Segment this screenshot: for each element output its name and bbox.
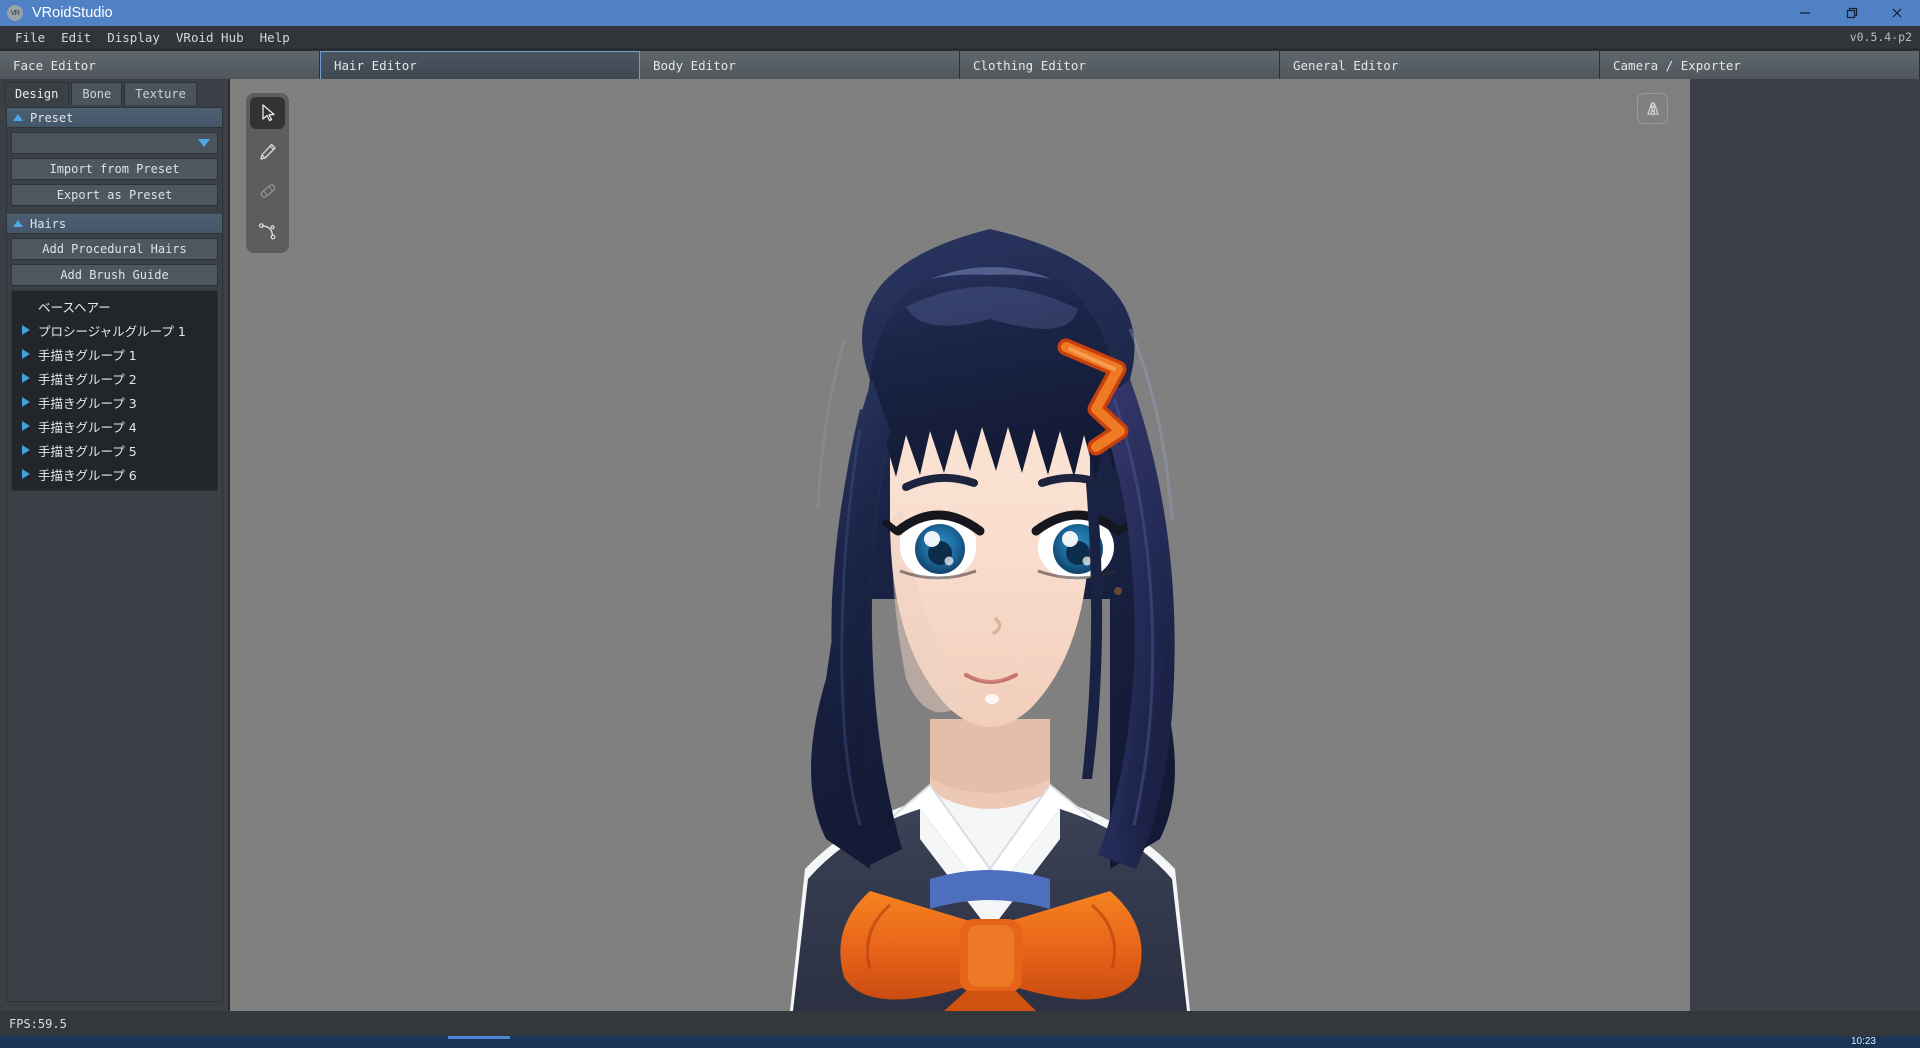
export-as-preset-button[interactable]: Export as Preset xyxy=(11,184,218,206)
list-item[interactable]: ベースヘアー xyxy=(12,294,217,318)
os-taskbar xyxy=(0,1036,1920,1048)
add-procedural-hairs-button[interactable]: Add Procedural Hairs xyxy=(11,238,218,260)
curve-path-tool[interactable] xyxy=(250,214,285,246)
import-from-preset-button[interactable]: Import from Preset xyxy=(11,158,218,180)
menu-bar: File Edit Display VRoid Hub Help xyxy=(0,26,1920,48)
taskbar-clock: 10:23 xyxy=(1850,1036,1876,1047)
list-item[interactable]: 手描きグループ 6 xyxy=(12,462,217,486)
app-logo-icon: VR xyxy=(7,5,23,21)
menu-item-help[interactable]: Help xyxy=(252,28,298,47)
window-controls xyxy=(1782,0,1920,26)
list-item-label: 手描きグループ 5 xyxy=(38,443,137,459)
mirror-symmetry-button[interactable] xyxy=(1637,93,1668,124)
left-panel: Design Bone Texture Preset Import from P… xyxy=(0,79,228,1011)
list-item-label: 手描きグループ 1 xyxy=(38,347,137,363)
right-panel xyxy=(1690,79,1920,1011)
list-item[interactable]: プロシージャルグループ 1 xyxy=(12,318,217,342)
expand-arrow-icon[interactable] xyxy=(22,325,30,335)
expand-arrow-icon[interactable] xyxy=(22,373,30,383)
character-model-render xyxy=(230,79,1690,1011)
tab-face-editor[interactable]: Face Editor xyxy=(0,51,320,79)
tab-label: Camera / Exporter xyxy=(1613,57,1741,73)
add-brush-guide-button[interactable]: Add Brush Guide xyxy=(11,264,218,286)
button-label: Add Brush Guide xyxy=(60,268,169,282)
tab-hair-editor[interactable]: Hair Editor xyxy=(320,51,640,79)
expand-arrow-icon xyxy=(22,301,30,311)
hairs-section-header[interactable]: Hairs xyxy=(7,214,222,234)
pencil-tool[interactable] xyxy=(250,136,285,168)
preset-section-title: Preset xyxy=(30,110,74,125)
expand-arrow-icon[interactable] xyxy=(22,397,30,407)
maximize-button[interactable] xyxy=(1828,0,1874,26)
chevron-down-icon xyxy=(198,139,210,147)
model-viewport[interactable] xyxy=(230,79,1690,1011)
subtab-bone[interactable]: Bone xyxy=(71,82,123,105)
select-cursor-tool[interactable] xyxy=(250,97,285,129)
application-window: VR VRoidStudio File Edit Display VRoid H… xyxy=(0,0,1920,1048)
bandage-tool[interactable] xyxy=(250,175,285,207)
status-bar: FPS:59.5 xyxy=(0,1011,1920,1036)
button-label: Add Procedural Hairs xyxy=(42,242,187,256)
list-item[interactable]: 手描きグループ 4 xyxy=(12,414,217,438)
expand-arrow-icon[interactable] xyxy=(22,469,30,479)
list-item[interactable]: 手描きグループ 5 xyxy=(12,438,217,462)
preset-section-body: Import from Preset Export as Preset xyxy=(7,128,222,214)
mirror-symmetry-icon xyxy=(1646,101,1659,115)
tab-general-editor[interactable]: General Editor xyxy=(1280,51,1600,79)
list-item[interactable]: 手描きグループ 2 xyxy=(12,366,217,390)
editor-tab-strip: Face Editor Hair Editor Body Editor Clot… xyxy=(0,51,1920,79)
menu-item-vroid-hub[interactable]: VRoid Hub xyxy=(168,28,252,47)
preset-dropdown[interactable] xyxy=(11,132,218,154)
title-bar: VR VRoidStudio xyxy=(0,0,1920,26)
hairs-section-title: Hairs xyxy=(30,216,67,231)
tab-camera-exporter[interactable]: Camera / Exporter xyxy=(1600,51,1920,79)
subtab-label: Design xyxy=(15,86,59,101)
list-item-label: 手描きグループ 6 xyxy=(38,467,137,483)
menu-item-display[interactable]: Display xyxy=(99,28,168,47)
tab-clothing-editor[interactable]: Clothing Editor xyxy=(960,51,1280,79)
tab-label: Body Editor xyxy=(653,57,736,73)
expand-arrow-icon[interactable] xyxy=(22,349,30,359)
subtab-label: Texture xyxy=(135,87,186,101)
hairs-section-body: Add Procedural Hairs Add Brush Guide ベース… xyxy=(7,234,222,495)
list-item-label: 手描きグループ 3 xyxy=(38,395,137,411)
hair-group-list: ベースヘアー プロシージャルグループ 1 手描きグループ 1 手描きグループ 2 xyxy=(11,290,218,491)
minimize-button[interactable] xyxy=(1782,0,1828,26)
subtab-design[interactable]: Design xyxy=(4,82,70,105)
version-label: v0.5.4-p2 xyxy=(1849,30,1912,44)
design-bone-texture-tabs: Design Bone Texture xyxy=(0,79,228,105)
list-item-label: 手描きグループ 2 xyxy=(38,371,137,387)
tab-body-editor[interactable]: Body Editor xyxy=(640,51,960,79)
subtab-texture[interactable]: Texture xyxy=(124,82,197,105)
list-item-label: ベースヘアー xyxy=(38,299,111,315)
panel-body: Preset Import from Preset Export as Pres… xyxy=(6,107,223,1002)
menu-item-file[interactable]: File xyxy=(7,28,53,47)
preset-section-header[interactable]: Preset xyxy=(7,108,222,128)
viewport-toolbar xyxy=(246,93,289,253)
tab-label: Face Editor xyxy=(13,57,96,73)
taskbar-active-indicator xyxy=(448,1036,510,1039)
expand-arrow-icon[interactable] xyxy=(22,445,30,455)
window-title: VRoidStudio xyxy=(32,5,113,21)
tab-label: Hair Editor xyxy=(334,58,417,73)
list-item-label: 手描きグループ 4 xyxy=(38,419,137,435)
button-label: Export as Preset xyxy=(56,188,173,202)
collapse-triangle-icon xyxy=(13,114,23,121)
subtab-label: Bone xyxy=(82,87,112,101)
expand-arrow-icon[interactable] xyxy=(22,421,30,431)
fps-counter: FPS:59.5 xyxy=(9,1016,67,1031)
close-button[interactable] xyxy=(1874,0,1920,26)
list-item-label: プロシージャルグループ 1 xyxy=(38,323,186,339)
collapse-triangle-icon xyxy=(13,220,23,227)
button-label: Import from Preset xyxy=(49,162,180,176)
list-item[interactable]: 手描きグループ 3 xyxy=(12,390,217,414)
menu-item-edit[interactable]: Edit xyxy=(53,28,99,47)
tab-label: General Editor xyxy=(1293,57,1399,73)
tab-label: Clothing Editor xyxy=(973,57,1086,73)
list-item[interactable]: 手描きグループ 1 xyxy=(12,342,217,366)
